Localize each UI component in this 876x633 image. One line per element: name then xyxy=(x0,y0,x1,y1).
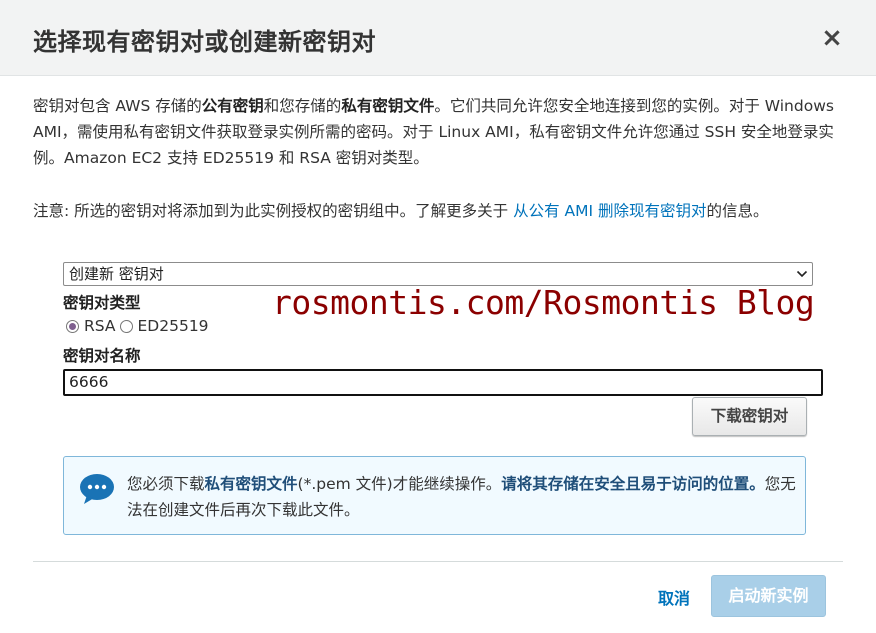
cancel-button[interactable]: 取消 xyxy=(658,585,690,609)
info-bold-1: 私有密钥文件 xyxy=(204,475,298,493)
info-alert: 您必须下载私有密钥文件(*.pem 文件)才能继续操作。请将其存储在安全且易于访… xyxy=(63,456,806,535)
note-text: 注意: 所选的密钥对将添加到为此实例授权的密钥组中。了解更多关于 xyxy=(33,202,514,220)
launch-instance-button[interactable]: 启动新实例 xyxy=(711,575,826,617)
intro-paragraph: 密钥对包含 AWS 存储的公有密钥和您存储的私有密钥文件。它们共同允许您安全地连… xyxy=(33,93,848,171)
key-name-input[interactable]: 6666 xyxy=(63,369,823,396)
intro-text-1: 密钥对包含 AWS 存储的 xyxy=(33,97,202,115)
ed25519-radio[interactable] xyxy=(119,319,133,333)
note-suffix: 的信息。 xyxy=(706,202,769,220)
intro-text-2: 和您存储的 xyxy=(263,97,342,115)
info-text-2: (*.pem 文件)才能继续操作。 xyxy=(297,475,502,493)
rsa-radio[interactable] xyxy=(66,319,79,333)
key-type-radio-group: RSA ED25519 xyxy=(66,317,213,335)
intro-bold-private-key-file: 私有密钥文件 xyxy=(341,97,435,115)
footer-divider xyxy=(33,561,843,562)
note-paragraph: 注意: 所选的密钥对将添加到为此实例授权的密钥组中。了解更多关于 从公有 AMI… xyxy=(33,198,848,224)
watermark-text: rosmontis.com/Rosmontis Blog xyxy=(272,283,815,322)
key-name-label: 密钥对名称 xyxy=(63,347,141,365)
download-keypair-button[interactable]: 下载密钥对 xyxy=(692,397,807,436)
info-message: 您必须下载私有密钥文件(*.pem 文件)才能继续操作。请将其存储在安全且易于访… xyxy=(127,471,797,523)
remove-keypair-link[interactable]: 从公有 AMI 删除现有密钥对 xyxy=(513,202,706,220)
dialog-header: 选择现有密钥对或创建新密钥对 × xyxy=(0,0,876,76)
select-value: 创建新 密钥对 xyxy=(69,265,164,283)
dialog-title: 选择现有密钥对或创建新密钥对 xyxy=(33,28,376,56)
intro-bold-public-key: 公有密钥 xyxy=(201,97,264,115)
rsa-radio-label: RSA xyxy=(84,317,116,335)
close-icon[interactable]: × xyxy=(818,24,846,52)
info-bold-2: 请将其存储在安全且易于访问的位置。 xyxy=(501,475,765,493)
chat-bubble-icon xyxy=(79,473,115,505)
info-text-1: 您必须下载 xyxy=(127,475,205,493)
ed25519-radio-label: ED25519 xyxy=(137,317,209,335)
key-type-label: 密钥对类型 xyxy=(63,294,141,312)
